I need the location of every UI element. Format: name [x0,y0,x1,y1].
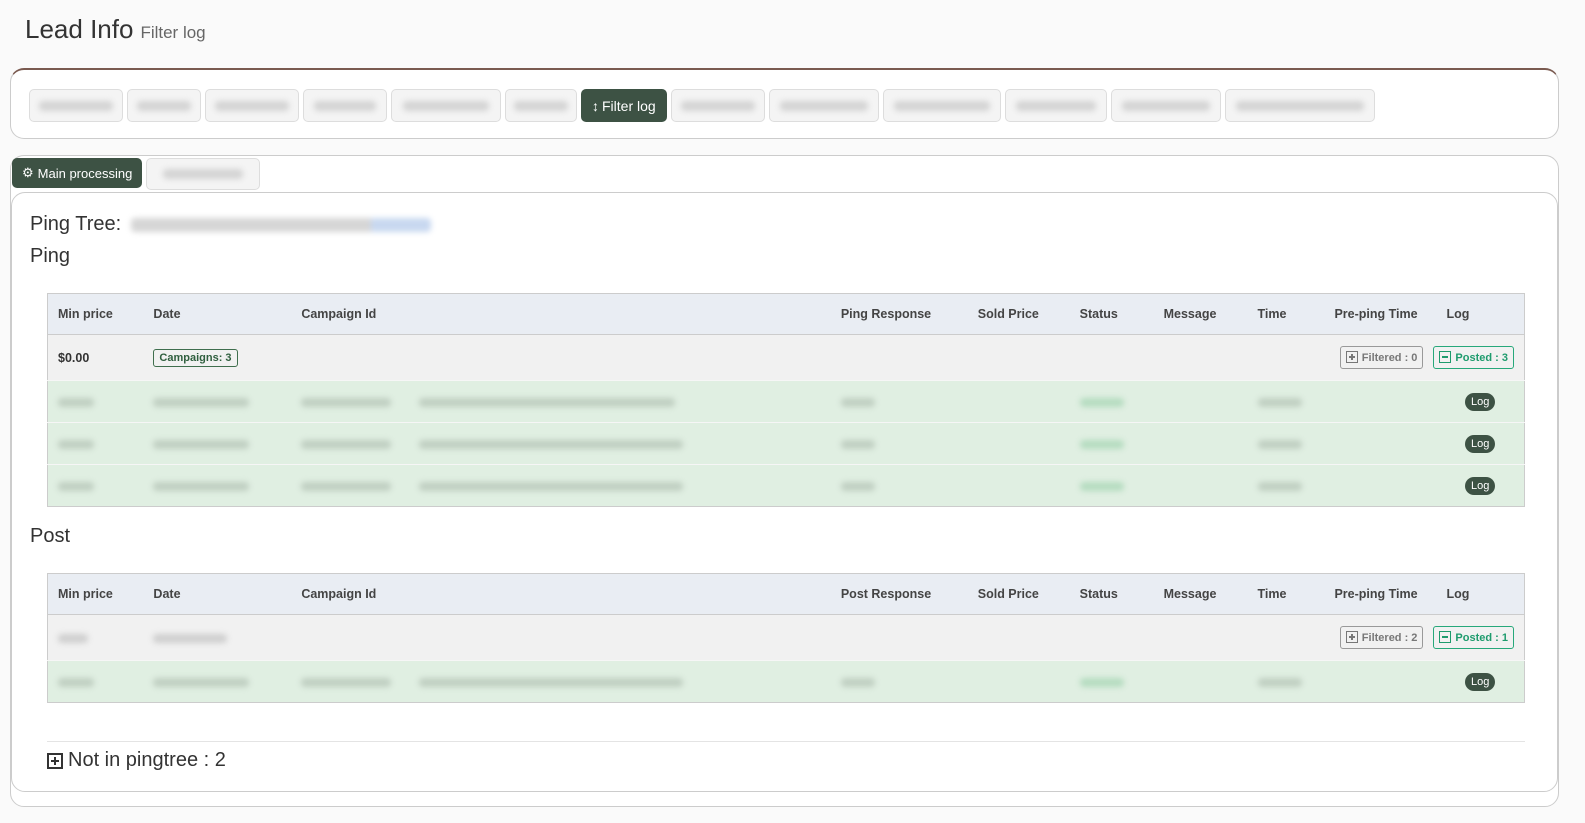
tab-redacted-5[interactable] [391,89,501,122]
filtered-toggle-button[interactable]: Filtered : 2 [1339,626,1424,649]
table-row: Log [47,464,1525,507]
col-campaign-id: Campaign Id [291,573,831,615]
top-tab-panel: ↕ Filter log [10,68,1559,139]
table-row: Log [47,380,1525,423]
sub-tab-strip: ⚙ Main processing [12,158,264,190]
posted-label: Posted : 1 [1455,632,1508,644]
col-log: Log [1436,293,1525,335]
minus-square-icon [1439,631,1452,643]
tab-redacted-4[interactable] [303,89,387,122]
page-header: Lead Info Filter log [25,14,206,45]
col-message: Message [1153,573,1248,615]
up-down-arrow-icon: ↕ [592,97,599,114]
filtered-toggle-button[interactable]: Filtered : 0 [1339,346,1424,369]
col-min-price: Min price [47,293,144,335]
col-sold-price: Sold Price [967,573,1070,615]
filtered-label: Filtered : 0 [1361,352,1418,364]
col-campaign-id: Campaign Id [291,293,831,335]
col-date: Date [143,293,292,335]
log-button[interactable]: Log [1465,476,1496,495]
tab-main-processing-label: Main processing [37,165,133,181]
filtered-label: Filtered : 2 [1361,632,1418,644]
campaigns-badge[interactable]: Campaigns: 3 [153,348,238,367]
log-button[interactable]: Log [1465,392,1496,411]
plus-square-icon [1345,351,1358,363]
col-status: Status [1069,573,1154,615]
tab-redacted-6[interactable] [505,89,577,122]
ping-table-header: Min price Date Campaign Id Ping Response… [47,293,1525,335]
main-panel: ⚙ Main processing Ping Tree: Ping Min pr… [10,155,1559,807]
post-summary-row: Filtered : 2 Posted : 1 [47,614,1525,661]
tab-redacted-10[interactable] [1004,89,1107,122]
tab-redacted-3[interactable] [205,89,299,122]
post-table-header: Min price Date Campaign Id Post Response… [47,573,1525,615]
content-box: Ping Tree: Ping Min price Date Campaign … [11,192,1558,792]
col-pre-ping-time: Pre-ping Time [1324,573,1437,615]
divider [47,741,1525,742]
tab-redacted-1[interactable] [29,89,123,122]
tab-redacted-11[interactable] [1110,89,1221,122]
plus-square-icon [47,752,63,769]
col-log: Log [1436,573,1525,615]
ping-tree-heading: Ping Tree: [30,213,432,236]
log-button[interactable]: Log [1465,434,1496,453]
col-ping-response: Ping Response [830,293,968,335]
plus-square-icon [1345,631,1358,643]
ping-min-price: $0.00 [47,334,144,381]
col-status: Status [1069,293,1154,335]
not-in-pingtree-toggle[interactable]: Not in pingtree : 2 [47,749,226,772]
col-pre-ping-time: Pre-ping Time [1324,293,1437,335]
table-row: Log [47,422,1525,465]
col-time: Time [1247,573,1325,615]
ping-summary-row: $0.00 Campaigns: 3 Filtered : 0 Posted : … [47,334,1525,381]
minus-square-icon [1439,351,1452,363]
col-min-price: Min price [47,573,144,615]
page-subtitle: Filter log [140,23,206,42]
ping-table: Min price Date Campaign Id Ping Response… [47,293,1525,507]
ping-tree-label: Ping Tree: [30,213,122,235]
tab-redacted-2[interactable] [127,89,201,122]
post-table: Min price Date Campaign Id Post Response… [47,573,1525,703]
page-title: Lead Info [25,14,134,44]
tab-redacted-9[interactable] [882,89,1001,122]
posted-toggle-button[interactable]: Posted : 3 [1433,346,1514,369]
tab-filter-log-label: Filter log [602,97,656,114]
tab-redacted-8[interactable] [768,89,879,122]
tab-filter-log[interactable]: ↕ Filter log [581,89,667,122]
tab-redacted-12[interactable] [1224,89,1375,122]
ping-section-title: Ping [30,245,71,267]
log-button[interactable]: Log [1465,672,1496,691]
col-post-response: Post Response [830,573,968,615]
ping-tree-name-redacted[interactable] [131,217,432,232]
col-sold-price: Sold Price [967,293,1070,335]
tab-redacted-7[interactable] [670,89,765,122]
gears-icon: ⚙ [22,165,34,180]
post-section-title: Post [30,525,71,547]
not-in-pingtree-label: Not in pingtree : 2 [68,749,226,771]
table-row: Log [47,660,1525,703]
top-tab-strip: ↕ Filter log [29,89,1379,122]
col-time: Time [1247,293,1325,335]
posted-toggle-button[interactable]: Posted : 1 [1433,626,1514,649]
col-date: Date [143,573,292,615]
col-message: Message [1153,293,1248,335]
posted-label: Posted : 3 [1455,352,1508,364]
tab-main-processing[interactable]: ⚙ Main processing [12,158,143,188]
tab-redacted-sub[interactable] [146,158,261,190]
